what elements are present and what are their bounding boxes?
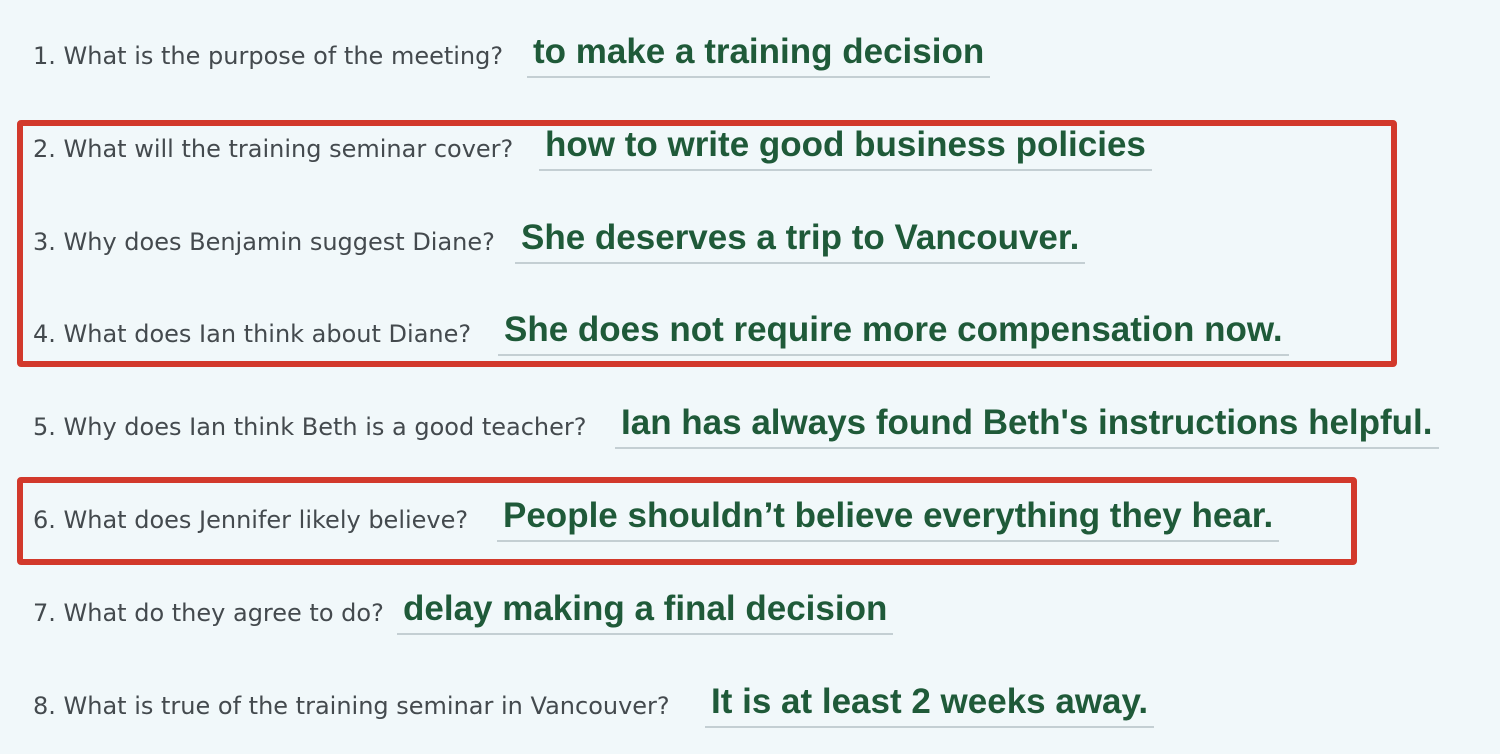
question-5-text: 5. Why does Ian think Beth is a good tea… — [33, 413, 587, 441]
qa-row-8: 8. What is true of the training seminar … — [33, 672, 1173, 728]
highlight-box-questions-2-4 — [17, 120, 1397, 367]
answer-1-field[interactable]: to make a training decision — [527, 32, 991, 78]
highlight-box-question-6 — [17, 477, 1357, 565]
qa-row-7: 7. What do they agree to do? delay makin… — [33, 579, 913, 635]
qa-row-5: 5. Why does Ian think Beth is a good tea… — [33, 393, 1473, 449]
question-8-text: 8. What is true of the training seminar … — [33, 692, 670, 720]
answer-5-field[interactable]: Ian has always found Beth's instructions… — [615, 403, 1439, 449]
answer-7-field[interactable]: delay making a final decision — [397, 589, 894, 635]
qa-row-1: 1. What is the purpose of the meeting? t… — [33, 22, 1033, 78]
question-1-text: 1. What is the purpose of the meeting? — [33, 42, 504, 70]
question-7-text: 7. What do they agree to do? — [33, 599, 384, 627]
answer-8-field[interactable]: It is at least 2 weeks away. — [705, 682, 1155, 728]
